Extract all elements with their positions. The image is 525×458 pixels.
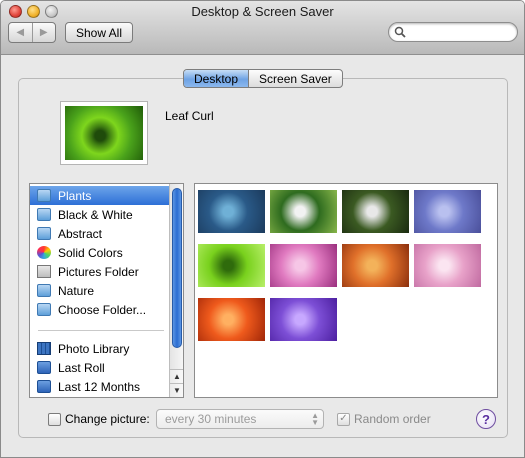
folder-icon <box>37 208 51 221</box>
folder-icon <box>37 189 51 202</box>
source-item-label: Plants <box>58 188 92 203</box>
source-item-label: Solid Colors <box>58 245 123 260</box>
tab-control: Desktop Screen Saver <box>183 69 343 88</box>
change-interval-popup[interactable]: every 30 minutes ▲ ▼ <box>156 409 324 429</box>
photo-library-icon <box>37 342 51 355</box>
search-icon <box>394 26 406 38</box>
source-item-pictures-folder[interactable]: Pictures Folder <box>30 262 170 281</box>
source-item-label: Black & White <box>58 207 133 222</box>
search-input[interactable] <box>409 25 511 39</box>
random-order-checkbox[interactable]: ✓ <box>337 412 350 426</box>
current-picture-image <box>65 106 143 160</box>
source-item-label: Nature <box>58 283 95 298</box>
current-picture-name: Leaf Curl <box>165 109 214 123</box>
source-item-label: Last Roll <box>58 360 105 375</box>
search-field[interactable] <box>388 22 518 42</box>
source-item-photo-library[interactable]: Photo Library <box>30 339 170 358</box>
wallpaper-thumbnail-agave[interactable] <box>198 190 265 233</box>
source-item-last-roll[interactable]: Last Roll <box>30 358 170 377</box>
wallpaper-thumbnail-lavender-petals[interactable] <box>414 190 481 233</box>
source-item-last-12-months[interactable]: Last 12 Months <box>30 377 170 396</box>
back-forward-control: ◀ ▶ <box>8 22 56 43</box>
scrollbar-thumb[interactable] <box>172 188 182 348</box>
source-item-label: Abstract <box>58 226 103 241</box>
tab-screen-saver[interactable]: Screen Saver <box>248 70 342 87</box>
wallpaper-thumbnail-orange-rose[interactable] <box>198 298 265 341</box>
preferences-window: Desktop & Screen Saver ◀ ▶ Show All Desk… <box>0 0 525 458</box>
source-item-abstract[interactable]: Abstract <box>30 224 170 243</box>
wallpaper-thumbnail-daisies[interactable] <box>270 190 337 233</box>
back-button[interactable]: ◀ <box>9 23 32 42</box>
source-item-label: Choose Folder... <box>58 302 147 317</box>
source-item-nature[interactable]: Nature <box>30 281 170 300</box>
change-picture-option[interactable]: Change picture: <box>48 409 150 429</box>
show-all-button[interactable]: Show All <box>65 22 133 43</box>
right-arrow-icon: ▶ <box>39 27 48 38</box>
tab-desktop[interactable]: Desktop <box>184 70 249 87</box>
photo-roll-icon <box>37 361 51 374</box>
source-item-label: Last 12 Months <box>58 379 141 394</box>
photo-roll-icon <box>37 380 51 393</box>
help-button[interactable]: ? <box>476 409 496 429</box>
source-item-label: Pictures Folder <box>58 264 139 279</box>
folder-icon <box>37 227 51 240</box>
window-title: Desktop & Screen Saver <box>191 4 334 19</box>
picture-grid <box>194 183 498 398</box>
source-item-black-and-white[interactable]: Black & White <box>30 205 170 224</box>
source-list-divider <box>38 330 164 331</box>
popup-arrows-icon: ▲ ▼ <box>311 411 319 427</box>
wallpaper-thumbnail-pink-blossom[interactable] <box>414 244 481 287</box>
source-item-plants[interactable]: Plants <box>30 186 170 205</box>
source-list-scrollbar[interactable]: ▲ ▼ <box>169 184 183 397</box>
scroll-up-arrow[interactable]: ▲ <box>170 369 183 383</box>
title-bar: Desktop & Screen Saver ◀ ▶ Show All <box>1 1 524 55</box>
wallpaper-thumbnail-purple-flower[interactable] <box>270 298 337 341</box>
current-picture-well[interactable] <box>60 101 148 165</box>
wallpaper-thumbnail-dandelion[interactable] <box>342 190 409 233</box>
source-item-solid-colors[interactable]: Solid Colors <box>30 243 170 262</box>
random-order-option[interactable]: ✓ Random order <box>337 409 431 429</box>
change-picture-label: Change picture: <box>65 412 150 426</box>
folder-icon <box>37 284 51 297</box>
change-interval-value: every 30 minutes <box>165 412 257 426</box>
scroll-down-arrow[interactable]: ▼ <box>170 383 183 397</box>
pictures-folder-icon <box>37 265 51 278</box>
wallpaper-thumbnail-pink-lotus[interactable] <box>270 244 337 287</box>
change-picture-checkbox[interactable] <box>48 412 61 426</box>
picture-source-list[interactable]: Plants Black & White Abstract Solid Colo… <box>29 183 184 398</box>
left-arrow-icon: ◀ <box>16 27 25 38</box>
forward-button[interactable]: ▶ <box>31 23 56 42</box>
color-wheel-icon <box>37 246 51 259</box>
wallpaper-thumbnail-autumn-leaves[interactable] <box>342 244 409 287</box>
source-item-choose-folder[interactable]: Choose Folder... <box>30 300 170 319</box>
wallpaper-thumbnail-leaf-curl[interactable] <box>198 244 265 287</box>
folder-icon <box>37 303 51 316</box>
source-item-label: Photo Library <box>58 341 130 356</box>
random-order-label: Random order <box>354 412 431 426</box>
